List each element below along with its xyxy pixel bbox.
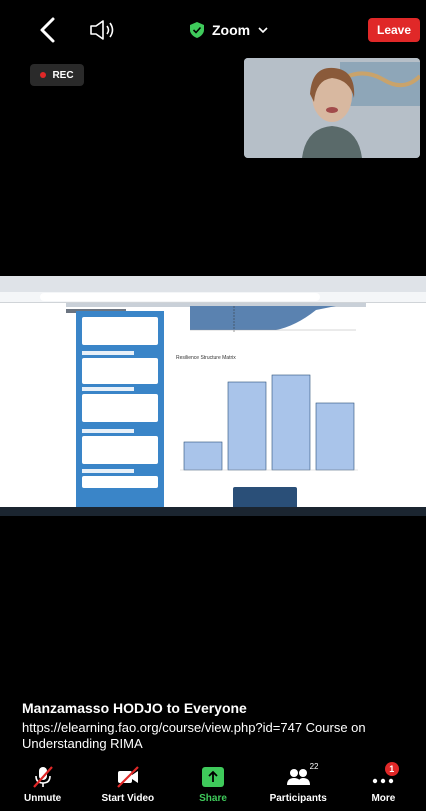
shield-icon [190, 22, 204, 38]
participants-icon [287, 769, 311, 785]
chat-sender: Manzamasso HODJO to Everyone [22, 700, 247, 716]
start-video-label: Start Video [101, 793, 155, 804]
bar [183, 441, 223, 471]
unmute-button[interactable]: Unmute [0, 758, 85, 811]
browser-tab-bar [0, 276, 426, 292]
meeting-title: Zoom [212, 22, 251, 38]
bar-chart: Resilience Structure Matrix [172, 350, 362, 500]
selected-variables-box [82, 358, 158, 384]
participants-label: Participants [269, 793, 327, 804]
section-heading [82, 469, 134, 473]
meeting-toolbar: Unmute Start Video Share 22 Participants [0, 758, 426, 811]
more-button[interactable]: 1 More [341, 758, 426, 811]
selected-variables-box [82, 436, 158, 464]
selected-variables-box [82, 476, 158, 488]
rec-label: REC [52, 69, 74, 81]
share-icon [202, 767, 224, 787]
speaker-icon[interactable] [88, 18, 118, 42]
chevron-down-icon [258, 27, 268, 33]
bar [271, 374, 311, 471]
windows-taskbar [0, 507, 426, 516]
participant-count: 22 [309, 762, 319, 771]
shared-screen: Resilience Structure Matrix [0, 276, 426, 516]
selected-variables-box [82, 394, 158, 422]
back-icon[interactable] [36, 16, 60, 44]
video-off-icon [117, 766, 139, 788]
muted-mic-icon [32, 766, 53, 788]
browser-url-field [40, 293, 320, 301]
share-button[interactable]: Share [170, 758, 255, 811]
start-video-button[interactable]: Start Video [85, 758, 170, 811]
section-heading [82, 351, 134, 355]
more-label: More [371, 793, 396, 804]
notification-badge: 1 [384, 762, 399, 776]
section-heading [82, 387, 134, 391]
meeting-title-dropdown[interactable]: Zoom [190, 19, 268, 41]
participant-video [244, 58, 420, 158]
variable-selection-panel [76, 311, 164, 507]
unmute-label: Unmute [23, 793, 62, 804]
density-plot [190, 306, 356, 332]
share-label: Share [199, 793, 227, 804]
leave-button[interactable]: Leave [368, 18, 420, 42]
chart-title: Resilience Structure Matrix [176, 355, 236, 361]
section-heading [82, 429, 134, 433]
recording-indicator: REC [30, 64, 84, 86]
bar [315, 402, 355, 471]
selected-variables-box [82, 317, 158, 345]
bar [227, 381, 267, 471]
participants-button[interactable]: 22 Participants [256, 758, 341, 811]
chat-message[interactable]: https://elearning.fao.org/course/view.ph… [22, 720, 414, 752]
self-video-view[interactable] [244, 58, 420, 158]
record-dot-icon [40, 72, 47, 78]
